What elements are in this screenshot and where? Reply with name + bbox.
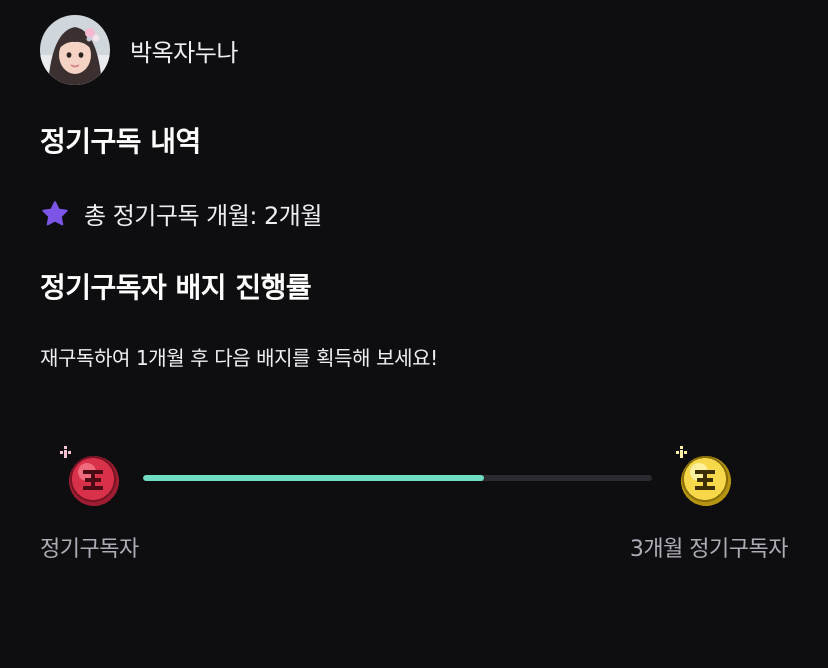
resubscribe-hint: 재구독하여 1개월 후 다음 배지를 획득해 보세요!	[40, 346, 438, 370]
total-subscription-row: 총 정기구독 개월: 2개월	[40, 196, 322, 231]
next-badge-label: 3개월 정기구독자	[629, 537, 789, 562]
subscription-history-title: 정기구독 내역	[40, 125, 201, 158]
badge-progress-title: 정기구독자 배지 진행률	[40, 271, 312, 304]
channel-profile[interactable]: 박옥자누나	[40, 15, 238, 85]
star-icon	[42, 200, 68, 225]
current-badge-label: 정기구독자	[40, 537, 139, 562]
red-subscriber-badge-icon	[54, 442, 126, 514]
total-subscription-months: 총 정기구독 개월: 2개월	[84, 202, 322, 230]
avatar[interactable]	[40, 15, 110, 85]
badge-progress-bar	[143, 475, 652, 481]
badge-progress-fill	[143, 475, 485, 481]
channel-name[interactable]: 박옥자누나	[130, 33, 238, 68]
gold-subscriber-badge-icon	[664, 442, 736, 514]
